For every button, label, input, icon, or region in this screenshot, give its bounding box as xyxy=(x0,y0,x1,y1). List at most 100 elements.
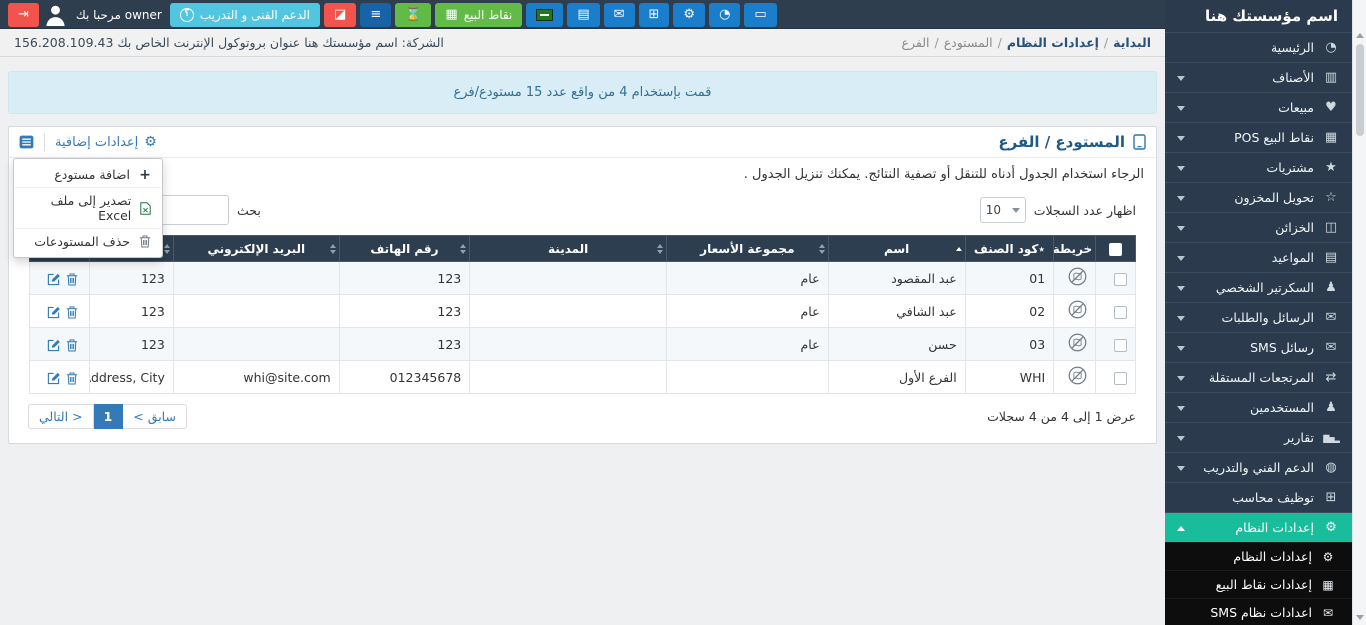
dashboard-button[interactable]: ◔ xyxy=(709,3,740,27)
sidebar-subitem[interactable]: ✉اعدادات نظام SMS xyxy=(1165,598,1352,625)
scroll-up-arrow-icon[interactable] xyxy=(1356,33,1364,38)
breadcrumb-item[interactable]: إعدادات النظام xyxy=(1007,35,1099,50)
row-checkbox[interactable] xyxy=(1114,339,1127,352)
prev-page-button[interactable]: <سابق xyxy=(122,404,187,429)
sidebar-item[interactable]: ⚙إعدادات النظام xyxy=(1165,512,1352,542)
sidebar-item[interactable]: ♟المستخدمين xyxy=(1165,392,1352,422)
page-1-button[interactable]: 1 xyxy=(93,404,124,429)
table-row: 01عبد المقصودعام123123 xyxy=(30,262,1136,295)
screen-button[interactable]: ▭ xyxy=(744,3,776,27)
help-icon: ؟ xyxy=(180,8,194,22)
sidebar-item[interactable]: ☆تحويل المخزون xyxy=(1165,182,1352,212)
city-cell xyxy=(470,295,667,328)
breadcrumb-item[interactable]: المستودع xyxy=(944,35,993,50)
edit-row-icon[interactable] xyxy=(47,372,60,385)
list-alt-icon[interactable] xyxy=(19,135,34,149)
page-length-select[interactable]: 10 xyxy=(980,197,1026,223)
clear-button[interactable]: ◪ xyxy=(324,3,356,27)
user-avatar-button[interactable] xyxy=(43,3,68,27)
sidebar-item[interactable]: ♟السكرتير الشخصي xyxy=(1165,272,1352,302)
sort-icon[interactable] xyxy=(330,244,336,254)
language-flag-button[interactable] xyxy=(526,3,563,27)
sidebar-item[interactable]: ✉رسائل SMS xyxy=(1165,332,1352,362)
divider xyxy=(44,133,45,151)
map-disabled-icon[interactable] xyxy=(1068,267,1087,286)
row-checkbox[interactable] xyxy=(1114,372,1127,385)
sort-icon[interactable] xyxy=(956,247,962,251)
sidebar-item[interactable]: ♥مبيعات xyxy=(1165,92,1352,122)
menu-item-label: اضافة مستودع xyxy=(54,167,130,182)
sort-icon[interactable] xyxy=(657,244,663,254)
sidebar-subitem[interactable]: ⚙إعدادات النظام xyxy=(1165,542,1352,570)
calendar-icon: ▤ xyxy=(577,8,589,21)
delete-row-icon[interactable] xyxy=(66,339,78,352)
system-gears-button[interactable]: ⚙ xyxy=(673,3,705,27)
sidebar-item[interactable]: ◫الخزائن xyxy=(1165,212,1352,242)
sort-asc-arrow-icon xyxy=(819,244,825,248)
map-disabled-icon[interactable] xyxy=(1068,366,1087,385)
column-header[interactable]: المدينة xyxy=(470,236,667,262)
delete-row-icon[interactable] xyxy=(66,372,78,385)
sidebar-subitem[interactable]: ▦إعدادات نقاط البيع xyxy=(1165,570,1352,598)
page-title: المستودع / الفرع xyxy=(998,133,1125,151)
sort-icon[interactable] xyxy=(819,244,825,254)
sidebar-item[interactable]: ◔الرئيسية xyxy=(1165,32,1352,62)
map-disabled-icon[interactable] xyxy=(1068,333,1087,352)
breadcrumb-item[interactable]: الفرع xyxy=(902,35,930,50)
breadcrumb-item[interactable]: البداية xyxy=(1113,35,1151,50)
row-checkbox[interactable] xyxy=(1114,273,1127,286)
extra-settings-toggle[interactable]: ⚙ إعدادات إضافية xyxy=(55,134,157,150)
select-all-header[interactable] xyxy=(1096,236,1136,262)
sidebar-item[interactable]: ⇄المرتجعات المستقلة xyxy=(1165,362,1352,392)
scrollbar-thumb[interactable] xyxy=(1356,44,1364,136)
edit-row-icon[interactable] xyxy=(47,273,60,286)
delete-warehouses-menu-item[interactable]: حذف المستودعات xyxy=(14,228,162,254)
sidebar-item[interactable]: ⊞توظيف محاسب xyxy=(1165,482,1352,512)
row-checkbox[interactable] xyxy=(1114,306,1127,319)
column-header-label: رقم الهاتف xyxy=(370,242,438,256)
menu-list-button[interactable]: ≡ xyxy=(360,3,391,27)
chevron-down-icon xyxy=(1012,208,1020,213)
edit-row-icon[interactable] xyxy=(47,339,60,352)
sidebar-item[interactable]: ◍الدعم الفني والتدريب xyxy=(1165,452,1352,482)
delete-row-icon[interactable] xyxy=(66,273,78,286)
pos-button[interactable]: ▦نقاط البيع xyxy=(435,3,522,27)
chevron-down-icon xyxy=(1177,286,1185,291)
add-warehouse-menu-item[interactable]: +اضافة مستودع xyxy=(14,162,162,187)
logout-button[interactable]: ⇥ xyxy=(8,3,39,27)
sidebar-item[interactable]: ▂▅▇تقارير xyxy=(1165,422,1352,452)
sidebar-item[interactable]: ▥الأصناف xyxy=(1165,62,1352,92)
column-header[interactable]: اسم xyxy=(828,236,965,262)
sidebar-item[interactable]: ▦نقاط البيع POS xyxy=(1165,122,1352,152)
scrollbar[interactable] xyxy=(1352,0,1366,625)
sort-asc-arrow-icon xyxy=(956,247,962,251)
star-icon: ★ xyxy=(1322,160,1340,175)
calculator-button[interactable]: ⊞ xyxy=(639,3,670,27)
scroll-down-arrow-icon[interactable] xyxy=(1356,615,1364,620)
table-row: 02عبد الشافيعام123123 xyxy=(30,295,1136,328)
eraser-icon: ◪ xyxy=(334,8,346,21)
next-page-button[interactable]: التالي> xyxy=(28,404,94,429)
sidebar-item[interactable]: ★مشتريات xyxy=(1165,152,1352,182)
messages-button[interactable]: ✉ xyxy=(604,3,635,27)
sidebar-item[interactable]: ▤المواعيد xyxy=(1165,242,1352,272)
sort-icon[interactable] xyxy=(460,244,466,254)
breadcrumb-separator: / xyxy=(1104,35,1108,50)
sidebar-item-label: الرسائل والطلبات xyxy=(1222,310,1314,325)
calendar-button[interactable]: ▤ xyxy=(567,3,599,27)
hourglass-button[interactable]: ⌛ xyxy=(395,3,431,27)
list-icon: ≡ xyxy=(370,8,381,21)
sidebar-item[interactable]: ✉ الرسائل والطلبات xyxy=(1165,302,1352,332)
column-header[interactable]: البريد الإلكتروني xyxy=(173,236,339,262)
envelope-icon: ✉ xyxy=(1322,310,1340,325)
support-training-button[interactable]: ؟الدعم الفنى و التدريب xyxy=(170,3,320,27)
map-disabled-icon[interactable] xyxy=(1068,300,1087,319)
delete-row-icon[interactable] xyxy=(66,306,78,319)
column-header[interactable]: رقم الهاتف xyxy=(339,236,470,262)
column-header[interactable]: مجموعة الأسعار xyxy=(667,236,828,262)
edit-row-icon[interactable] xyxy=(47,306,60,319)
chevron-down-icon xyxy=(1177,76,1185,81)
export-excel-menu-item[interactable]: تصدير إلى ملف Excel xyxy=(14,187,162,228)
sort-icon[interactable] xyxy=(164,244,170,254)
select-all-checkbox[interactable] xyxy=(1109,243,1122,256)
